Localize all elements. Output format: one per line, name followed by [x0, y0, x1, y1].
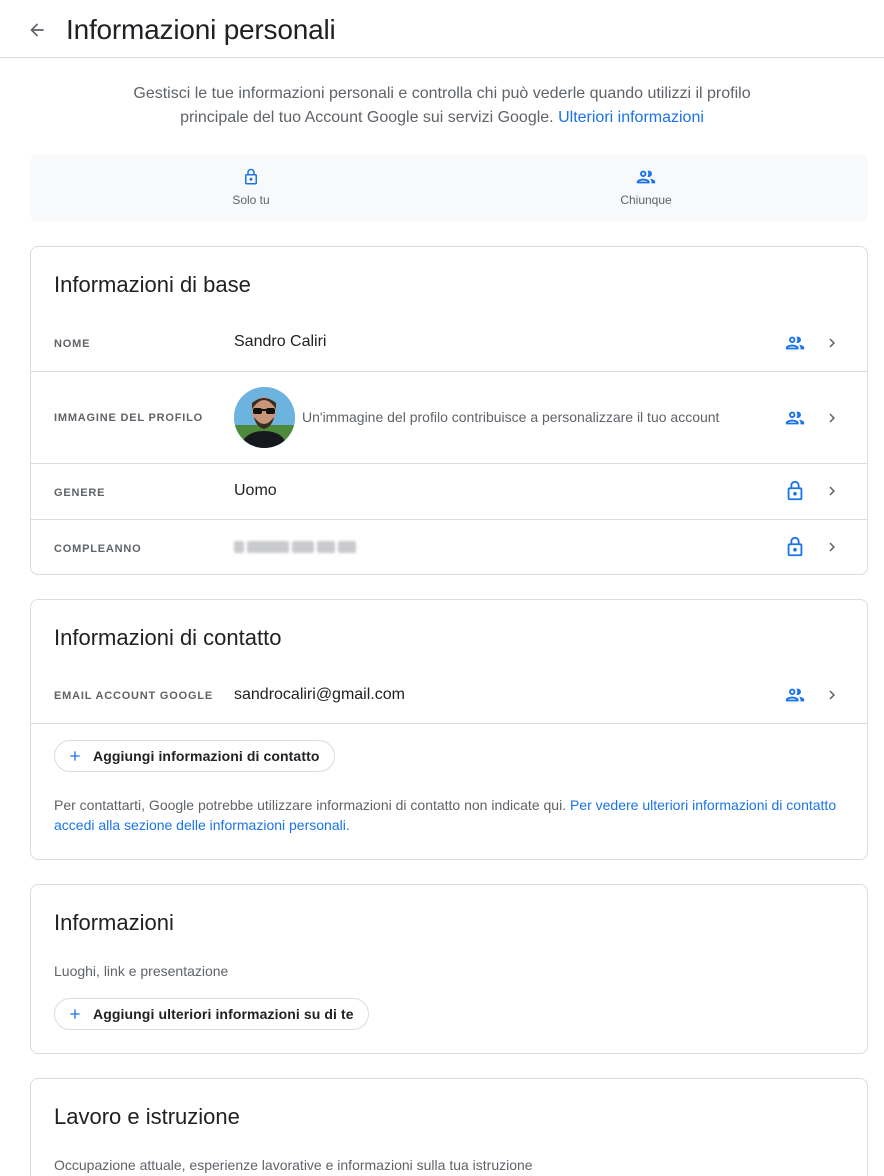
contact-note-text: Per contattarti, Google potrebbe utilizz…	[54, 797, 567, 813]
card-title: Informazioni di contatto	[54, 625, 282, 650]
card-subtext: Luoghi, link e presentazione	[54, 963, 229, 979]
back-button[interactable]	[24, 17, 50, 43]
people-icon	[785, 411, 805, 425]
people-icon	[785, 336, 805, 350]
people-icon	[576, 166, 716, 188]
add-contact-info-button[interactable]: Aggiungi informazioni di contatto	[54, 740, 335, 772]
about-card: Informazioni Luoghi, link e presentazion…	[30, 884, 868, 1054]
button-label: Aggiungi ulteriori informazioni su di te	[93, 1006, 354, 1022]
row-name[interactable]: Nome Sandro Caliri	[31, 315, 867, 372]
card-title: Informazioni di base	[54, 272, 251, 297]
basic-info-card: Informazioni di base Nome Sandro Caliri …	[30, 246, 868, 575]
add-about-info-button[interactable]: Aggiungi ulteriori informazioni su di te	[54, 998, 369, 1030]
lock-icon	[787, 536, 803, 557]
card-title: Lavoro e istruzione	[54, 1104, 240, 1129]
chevron-right-icon	[829, 338, 835, 348]
legend-anyone: Chiunque	[576, 166, 716, 208]
row-label: Nome	[54, 338, 91, 350]
top-bar: Informazioni personali	[0, 0, 884, 58]
legend-label: Chiunque	[620, 193, 672, 207]
row-label: Compleanno	[54, 543, 142, 555]
chevron-right-icon	[829, 690, 835, 700]
chevron-right-icon	[829, 413, 835, 423]
avatar	[234, 387, 295, 448]
row-profile-picture[interactable]: Immagine del profilo Un'immagine del pro…	[31, 372, 867, 464]
arrow-back-icon	[30, 23, 44, 37]
card-title: Informazioni	[54, 910, 174, 935]
lock-icon	[787, 480, 803, 501]
row-email[interactable]: Email account Google sandrocaliri@gmail.…	[31, 668, 867, 724]
legend-label: Solo tu	[232, 193, 270, 207]
row-gender[interactable]: Genere Uomo	[31, 464, 867, 520]
row-value: Uomo	[234, 482, 277, 499]
lock-icon	[181, 166, 321, 188]
card-subtext: Occupazione attuale, esperienze lavorati…	[54, 1157, 533, 1173]
chevron-right-icon	[829, 542, 835, 552]
row-value: sandrocaliri@gmail.com	[234, 686, 405, 703]
contact-note: Per contattarti, Google potrebbe utilizz…	[54, 795, 850, 835]
plus-icon	[65, 746, 85, 766]
work-education-card: Lavoro e istruzione Occupazione attuale,…	[30, 1078, 868, 1176]
row-label: Immagine del profilo	[54, 412, 204, 424]
intro-text: Gestisci le tue informazioni personali e…	[100, 82, 784, 130]
learn-more-link[interactable]: Ulteriori informazioni	[558, 109, 704, 126]
plus-icon	[65, 1004, 85, 1024]
row-label: Genere	[54, 487, 106, 499]
profile-picture-description: Un'immagine del profilo contribuisce a p…	[302, 409, 720, 425]
button-label: Aggiungi informazioni di contatto	[93, 748, 320, 764]
contact-info-card: Informazioni di contatto Email account G…	[30, 599, 868, 860]
row-value: Sandro Caliri	[234, 333, 327, 350]
people-icon	[785, 688, 805, 702]
page-title: Informazioni personali	[66, 14, 336, 45]
row-birthday[interactable]: Compleanno	[31, 520, 867, 574]
visibility-legend: Solo tu Chiunque	[30, 154, 868, 222]
chevron-right-icon	[829, 486, 835, 496]
legend-only-you: Solo tu	[181, 166, 321, 208]
birthday-value-redacted	[234, 540, 358, 554]
row-label: Email account Google	[54, 690, 213, 702]
